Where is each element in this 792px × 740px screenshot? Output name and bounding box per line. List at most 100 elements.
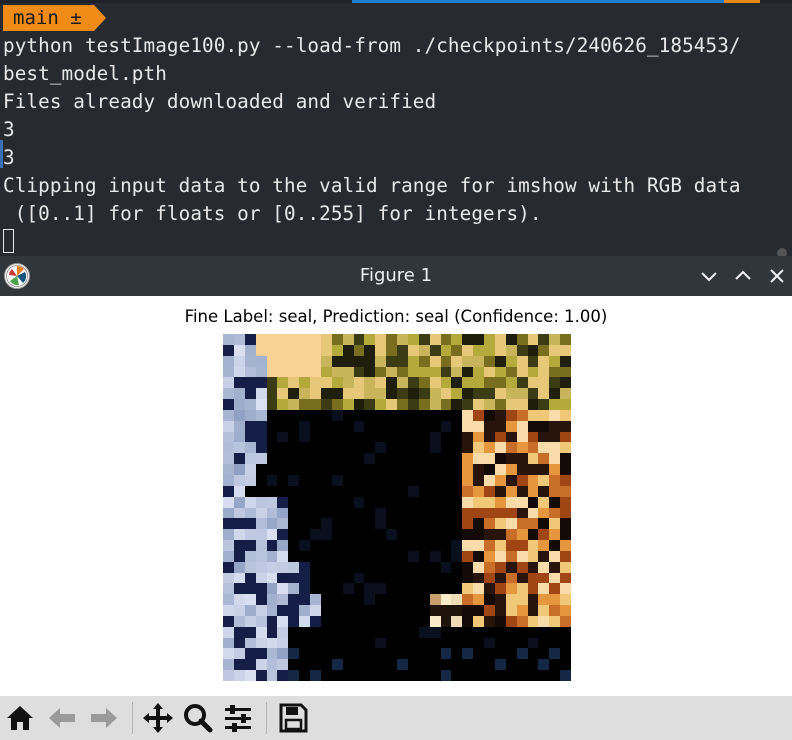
minimize-button[interactable] (697, 264, 721, 288)
image-pixel (484, 399, 495, 410)
save-button[interactable] (275, 700, 311, 736)
image-pixel (429, 420, 441, 432)
image-pixel (429, 377, 441, 389)
image-pixel (233, 540, 245, 551)
image-pixel (505, 485, 517, 497)
image-pixel (320, 485, 332, 497)
image-pixel (429, 453, 441, 465)
terminal-scrollbar[interactable] (777, 248, 787, 256)
image-pixel (266, 583, 278, 595)
back-button[interactable] (44, 700, 80, 736)
image-pixel (288, 485, 300, 497)
image-pixel (244, 615, 256, 627)
forward-button[interactable] (86, 700, 122, 736)
image-pixel (538, 572, 550, 584)
zoom-button[interactable] (180, 700, 216, 736)
image-pixel (473, 637, 484, 649)
figure-titlebar[interactable]: Figure 1 (0, 256, 792, 296)
image-pixel (233, 670, 245, 681)
image-pixel (223, 572, 234, 584)
maximize-button[interactable] (731, 264, 755, 288)
image-pixel (342, 550, 354, 562)
image-pixel (310, 442, 321, 454)
image-pixel (407, 464, 419, 475)
terminal-panel[interactable]: main ± python testImage100.py --load-fro… (0, 0, 792, 256)
image-pixel (233, 409, 245, 421)
image-pixel (429, 659, 441, 671)
image-pixel (397, 442, 408, 454)
figure-canvas[interactable]: Fine Label: seal, Prediction: seal (Conf… (0, 296, 792, 696)
pan-button[interactable] (140, 700, 176, 736)
image-pixel (375, 409, 387, 421)
image-pixel (233, 605, 245, 616)
image-pixel (538, 388, 550, 400)
image-pixel (233, 399, 245, 410)
image-pixel (429, 485, 441, 497)
image-pixel (386, 474, 397, 486)
image-pixel (549, 529, 561, 541)
image-pixel (331, 637, 343, 649)
image-pixel (233, 659, 245, 671)
terminal-line: 3 (3, 118, 15, 141)
image-pixel (505, 453, 517, 465)
image-pixel (310, 670, 321, 681)
image-pixel (397, 507, 408, 519)
image-pixel (505, 572, 517, 584)
image-pixel (462, 659, 474, 671)
image-pixel (397, 409, 408, 421)
image-pixel (244, 670, 256, 681)
image-pixel (353, 344, 365, 356)
image-pixel (233, 529, 245, 541)
configure-subplots-button[interactable] (220, 700, 256, 736)
image-pixel (310, 594, 321, 606)
image-pixel (244, 561, 256, 573)
image-pixel (299, 540, 310, 551)
image-pixel (331, 388, 343, 400)
image-pixel (494, 442, 506, 454)
image-pixel (299, 344, 310, 356)
image-pixel (429, 605, 441, 616)
image-pixel (527, 409, 539, 421)
image-pixel (440, 648, 452, 660)
image-pixel (353, 561, 365, 573)
home-button[interactable] (2, 700, 38, 736)
image-pixel (516, 409, 528, 421)
image-pixel (397, 388, 408, 400)
image-pixel (266, 550, 278, 562)
image-pixel (288, 431, 300, 443)
image-pixel (223, 485, 234, 497)
image-pixel (277, 605, 289, 616)
image-pixel (310, 485, 321, 497)
image-pixel (538, 583, 550, 595)
image-pixel (560, 637, 571, 649)
image-pixel (473, 594, 484, 606)
image-pixel (538, 334, 550, 345)
image-pixel (299, 409, 310, 421)
image-pixel (310, 420, 321, 432)
image-pixel (462, 583, 474, 595)
image-pixel (494, 388, 506, 400)
image-pixel (299, 605, 310, 616)
image-pixel (288, 540, 300, 551)
image-pixel (320, 409, 332, 421)
image-pixel (494, 605, 506, 616)
image-pixel (527, 442, 539, 454)
image-pixel (233, 648, 245, 660)
image-pixel (418, 464, 430, 475)
image-pixel (310, 377, 321, 389)
image-pixel (451, 399, 463, 410)
image-pixel (288, 550, 300, 562)
image-pixel (277, 355, 289, 367)
image-pixel (277, 583, 289, 595)
image-pixel (538, 561, 550, 573)
image-pixel (310, 474, 321, 486)
image-pixel (440, 344, 452, 356)
image-pixel (320, 344, 332, 356)
image-pixel (255, 474, 267, 486)
image-pixel (429, 334, 441, 345)
close-button[interactable] (765, 264, 789, 288)
image-pixel (375, 442, 387, 454)
image-pixel (397, 366, 408, 378)
image-pixel (310, 615, 321, 627)
image-pixel (277, 334, 289, 345)
